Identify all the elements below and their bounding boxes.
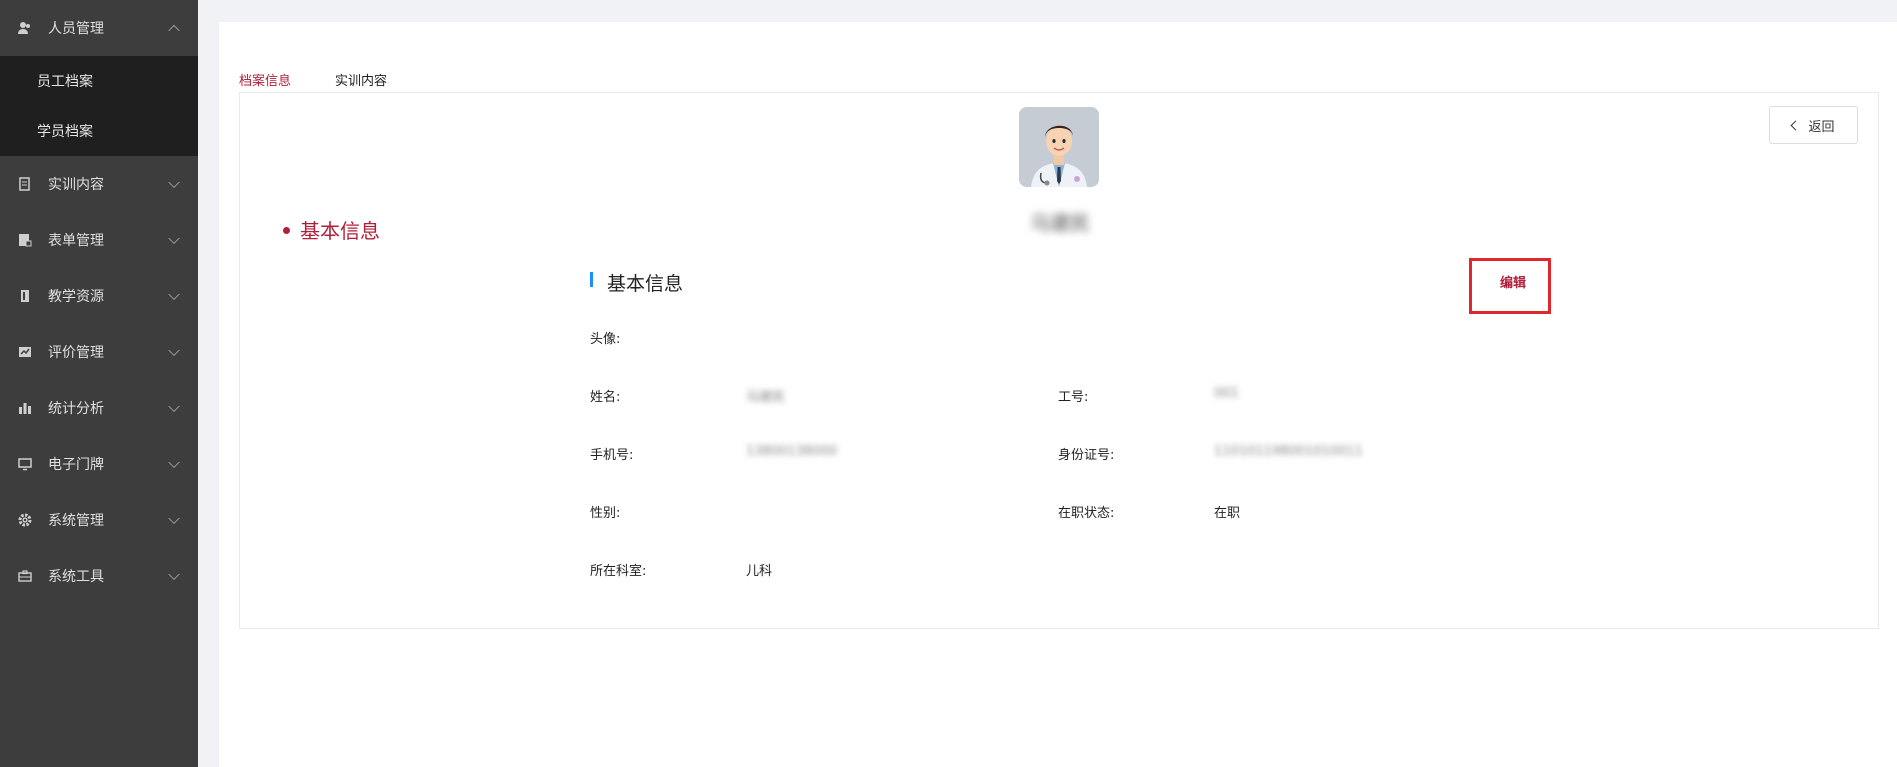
sidebar-subitem-staff-records[interactable]: 员工档案 xyxy=(0,56,198,106)
employee-id-label: 工号: xyxy=(1058,390,1089,405)
employment-status-value: 在职 xyxy=(1214,506,1241,521)
name-label: 姓名: xyxy=(590,390,621,405)
side-section-title-text: 基本信息 xyxy=(300,219,380,243)
phone-value: 13800138000 xyxy=(746,444,837,459)
chevron-down-icon xyxy=(168,176,180,189)
department-value: 儿科 xyxy=(746,564,773,579)
section-title: 基本信息 xyxy=(590,269,683,296)
gender-label: 性别: xyxy=(590,506,621,521)
chevron-down-icon xyxy=(168,568,180,581)
sidebar-item-label: 人员管理 xyxy=(48,21,104,37)
main-content: 档案信息 实训内容 返回 马建民 基本信息 基本信息 编辑 头像: 姓名: 马建… xyxy=(219,22,1897,767)
sidebar-item-forms[interactable]: 表单管理 xyxy=(0,212,198,268)
avatar xyxy=(1019,107,1099,187)
profile-name: 马建民 xyxy=(1030,211,1090,235)
sidebar-item-system[interactable]: 系统管理 xyxy=(0,492,198,548)
side-section-title: 基本信息 xyxy=(283,215,380,244)
form-icon xyxy=(18,233,32,247)
chevron-down-icon xyxy=(168,400,180,413)
chevron-down-icon xyxy=(168,232,180,245)
id-card-label: 身份证号: xyxy=(1058,448,1115,463)
sidebar-item-label: 电子门牌 xyxy=(48,457,104,473)
sidebar-item-statistics[interactable]: 统计分析 xyxy=(0,380,198,436)
chevron-down-icon xyxy=(168,512,180,525)
back-button[interactable]: 返回 xyxy=(1769,106,1858,144)
department-label: 所在科室: xyxy=(590,564,647,579)
sidebar-item-label: 系统工具 xyxy=(48,569,104,585)
toolbox-icon xyxy=(18,569,32,583)
back-button-label: 返回 xyxy=(1808,119,1835,135)
employee-id-value: 001 xyxy=(1214,386,1239,401)
sidebar-item-label: 统计分析 xyxy=(48,401,104,417)
chevron-down-icon xyxy=(168,456,180,469)
sidebar-subitem-student-records[interactable]: 学员档案 xyxy=(0,106,198,156)
submenu-personnel: 员工档案 学员档案 xyxy=(0,56,198,156)
sidebar-item-evaluation[interactable]: 评价管理 xyxy=(0,324,198,380)
sidebar-item-doorplate[interactable]: 电子门牌 xyxy=(0,436,198,492)
employment-status-label: 在职状态: xyxy=(1058,506,1115,521)
avatar-label: 头像: xyxy=(590,332,621,347)
name-value: 马建民 xyxy=(746,390,786,405)
sidebar-item-training[interactable]: 实训内容 xyxy=(0,156,198,212)
monitor-icon xyxy=(18,457,32,471)
gear-icon xyxy=(18,513,32,527)
chevron-down-icon xyxy=(168,288,180,301)
sidebar-item-label: 表单管理 xyxy=(48,233,104,249)
chevron-up-icon xyxy=(168,24,180,37)
sidebar: 人员管理 员工档案 学员档案 实训内容 表单管理 教学资源 评价管理 统计分析 … xyxy=(0,0,198,767)
phone-label: 手机号: xyxy=(590,448,634,463)
sidebar-item-label: 系统管理 xyxy=(48,513,104,529)
bar-chart-icon xyxy=(18,401,32,415)
user-group-icon xyxy=(18,21,32,35)
evaluation-icon xyxy=(18,345,32,359)
id-card-value: 110101198001010011 xyxy=(1214,444,1363,459)
document-icon xyxy=(18,177,32,191)
chevron-left-icon xyxy=(1791,120,1801,130)
sidebar-item-personnel[interactable]: 人员管理 xyxy=(0,0,198,56)
sidebar-item-label: 评价管理 xyxy=(48,345,104,361)
sidebar-item-label: 教学资源 xyxy=(48,289,104,305)
bullet-dot-icon xyxy=(283,227,290,234)
chevron-down-icon xyxy=(168,344,180,357)
sidebar-item-teaching[interactable]: 教学资源 xyxy=(0,268,198,324)
book-icon xyxy=(18,289,32,303)
sidebar-item-label: 实训内容 xyxy=(48,177,104,193)
profile-card: 返回 马建民 基本信息 基本信息 编辑 头像: 姓名: 马建民 工号: 001 … xyxy=(239,92,1879,629)
sidebar-item-tools[interactable]: 系统工具 xyxy=(0,548,198,604)
doctor-avatar-icon xyxy=(1019,107,1099,187)
edit-button[interactable]: 编辑 xyxy=(1500,272,1526,291)
